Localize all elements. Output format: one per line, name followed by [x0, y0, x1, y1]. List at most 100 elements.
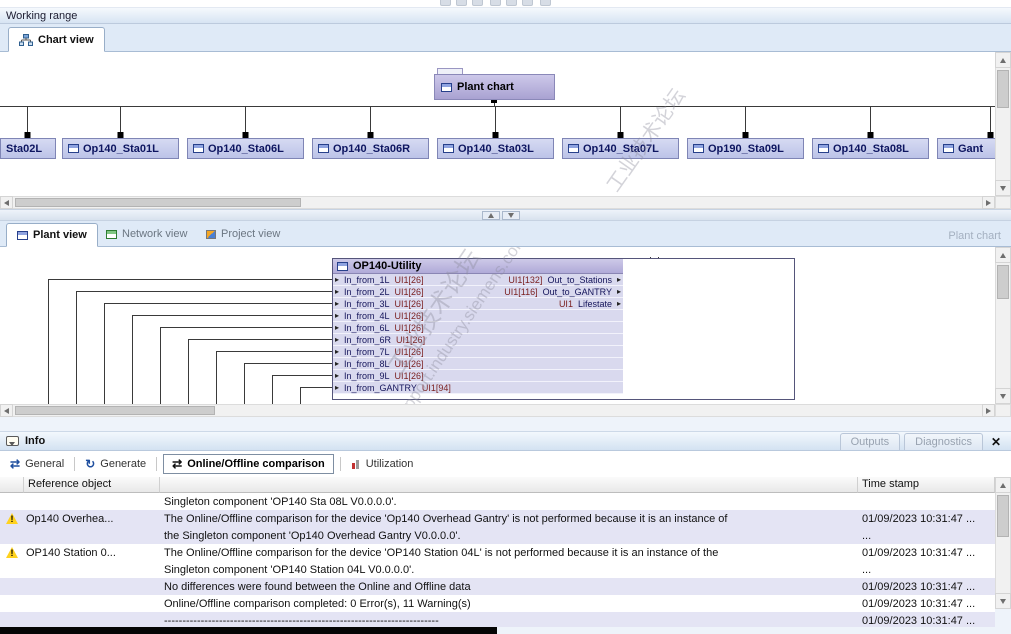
- scroll-down-button[interactable]: [995, 180, 1011, 196]
- plant-horizontal-scrollbar[interactable]: [0, 404, 995, 417]
- chart-tree-node[interactable]: Op190_Sta09L: [687, 138, 804, 159]
- scroll-right-button[interactable]: [982, 404, 995, 417]
- log-row[interactable]: No differences were found between the On…: [0, 578, 995, 595]
- tab-online-offline-comparison[interactable]: ⇄ Online/Offline comparison: [163, 454, 334, 474]
- tab-network-view[interactable]: Network view: [98, 222, 195, 246]
- port-row[interactable]: ▸ In_from_9L UI1[26]: [333, 370, 623, 382]
- port-row[interactable]: ▸ In_from_6L UI1[26]: [333, 322, 623, 334]
- column-header-icon[interactable]: [0, 477, 24, 493]
- input-port-arrow-icon: ▸: [335, 358, 340, 368]
- function-block-boundary[interactable]: OP140-Utility ▸ In_from_1L UI1[26] UI1[132]…: [332, 258, 795, 400]
- splitter-collapse-down-button[interactable]: [502, 211, 520, 220]
- port-row[interactable]: ▸ In_from_7L UI1[26]: [333, 346, 623, 358]
- log-row[interactable]: Singleton component 'OP140 Station 04L V…: [0, 561, 995, 578]
- splitter-collapse-up-button[interactable]: [482, 211, 500, 220]
- input-port: ▸ In_from_7L UI1[26]: [335, 346, 424, 358]
- scroll-left-button[interactable]: [0, 404, 13, 417]
- working-range-title: Working range: [6, 9, 78, 22]
- scroll-thumb[interactable]: [997, 265, 1009, 299]
- working-range-titlebar: Working range: [0, 8, 1011, 24]
- chart-tree-node-label: Op140_Sta06L: [208, 142, 284, 155]
- close-icon[interactable]: ✕: [989, 435, 1003, 449]
- generate-icon: ↻: [85, 457, 96, 471]
- diagnostics-tab[interactable]: Diagnostics: [904, 433, 983, 450]
- tab-general[interactable]: ⇄ General: [6, 455, 68, 473]
- input-port-arrow-icon: ▸: [335, 274, 340, 284]
- chart-vertical-scrollbar[interactable]: [995, 52, 1011, 196]
- column-header-message[interactable]: [160, 477, 858, 493]
- chart-node-icon: [443, 144, 454, 153]
- tab-plant-view[interactable]: Plant view: [6, 223, 98, 247]
- chart-tree-node[interactable]: Sta02L: [0, 138, 56, 159]
- scroll-thumb[interactable]: [997, 495, 1009, 537]
- plant-diagram-canvas[interactable]: OP140-Utility ▸ In_from_1L UI1[26] UI1[132]…: [0, 247, 995, 404]
- scroll-thumb[interactable]: [997, 70, 1009, 108]
- scroll-down-button[interactable]: [995, 388, 1011, 404]
- log-message: The Online/Offline comparison for the de…: [164, 512, 728, 525]
- port-row[interactable]: ▸ In_from_6R UI1[26]: [333, 334, 623, 346]
- scroll-up-button[interactable]: [995, 477, 1011, 493]
- port-table: ▸ In_from_1L UI1[26] UI1[132] Out_to_Station…: [333, 274, 623, 394]
- port-name: In_from_GANTRY: [344, 382, 417, 393]
- scroll-right-button[interactable]: [982, 196, 995, 209]
- column-header-reference-object[interactable]: Reference object: [24, 477, 160, 493]
- log-time: ...: [862, 563, 872, 576]
- column-header-time-stamp[interactable]: Time stamp: [858, 477, 995, 493]
- log-row[interactable]: the Singleton component 'Op140 Overhead …: [0, 527, 995, 544]
- input-port-arrow-icon: ▸: [335, 298, 340, 308]
- port-name: In_from_7L: [344, 346, 390, 357]
- input-port: ▸ In_from_6R UI1[26]: [335, 334, 425, 346]
- info-corner-tabs: Outputs Diagnostics: [839, 433, 983, 450]
- outputs-tab[interactable]: Outputs: [839, 433, 901, 450]
- chart-horizontal-scrollbar[interactable]: [0, 196, 995, 209]
- port-datatype: UI1[26]: [394, 274, 424, 285]
- function-block-header[interactable]: OP140-Utility: [333, 259, 623, 274]
- pane-splitter[interactable]: [0, 209, 1011, 221]
- tree-root-node[interactable]: Plant chart: [434, 74, 555, 100]
- plant-chart-context-label: Plant chart: [948, 230, 1001, 242]
- port-row[interactable]: ▸ In_from_3L UI1[26] UI1 Lifestate ▸: [333, 298, 623, 310]
- chart-node-icon: [943, 144, 954, 153]
- log-row[interactable]: Singleton component 'OP140 Sta 08L V0.0.…: [0, 493, 995, 510]
- chart-tree-node[interactable]: Op140_Sta08L: [812, 138, 929, 159]
- log-table-body[interactable]: Singleton component 'OP140 Sta 08L V0.0.…: [0, 493, 995, 627]
- log-row[interactable]: Op140 Overhea... The Online/Offline compa…: [0, 510, 995, 527]
- log-row[interactable]: ----------------------------------------…: [0, 612, 995, 627]
- scroll-thumb[interactable]: [15, 198, 301, 207]
- tab-utilization[interactable]: Utilization: [347, 456, 418, 472]
- log-reference: Op140 Overhea...: [26, 512, 114, 525]
- chart-tree-node[interactable]: Op140_Sta03L: [437, 138, 554, 159]
- toolbar-button-fragment: [472, 0, 483, 6]
- port-row[interactable]: ▸ In_from_4L UI1[26]: [333, 310, 623, 322]
- port-name: In_from_2L: [344, 286, 390, 297]
- chart-tree-node[interactable]: Op140_Sta06L: [187, 138, 304, 159]
- tab-project-view[interactable]: Project view: [198, 222, 288, 246]
- toolbar-separator: [339, 457, 341, 471]
- chart-tree-node[interactable]: Gant: [937, 138, 995, 159]
- info-vertical-scrollbar[interactable]: [995, 477, 1011, 609]
- log-message: Singleton component 'OP140 Sta 08L V0.0.…: [164, 495, 397, 508]
- scroll-left-button[interactable]: [0, 196, 13, 209]
- log-row[interactable]: OP140 Station 0... The Online/Offline com…: [0, 544, 995, 561]
- scroll-down-button[interactable]: [995, 593, 1011, 609]
- scroll-up-button[interactable]: [995, 247, 1011, 263]
- port-name: In_from_8L: [344, 358, 390, 369]
- port-row[interactable]: ▸ In_from_2L UI1[26] UI1[116] Out_to_GANTRY ▸: [333, 286, 623, 298]
- port-row[interactable]: ▸ In_from_GANTRY UI1[94]: [333, 382, 623, 394]
- port-datatype: UI1[26]: [396, 334, 426, 345]
- scroll-thumb[interactable]: [15, 406, 215, 415]
- port-row[interactable]: ▸ In_from_8L UI1[26]: [333, 358, 623, 370]
- tab-generate[interactable]: ↻ Generate: [81, 455, 150, 473]
- chart-tree-canvas[interactable]: Plant chart Sta02L Op140_Sta01L Op140_Sta0…: [0, 52, 995, 196]
- tab-chart-view[interactable]: Chart view: [8, 27, 105, 52]
- port-name: In_from_4L: [344, 310, 390, 321]
- chart-tree-node[interactable]: Op140_Sta07L: [562, 138, 679, 159]
- chart-tree-node[interactable]: Op140_Sta06R: [312, 138, 429, 159]
- scroll-up-button[interactable]: [995, 52, 1011, 68]
- plant-vertical-scrollbar[interactable]: [995, 247, 1011, 404]
- chart-tree-node[interactable]: Op140_Sta01L: [62, 138, 179, 159]
- log-row[interactable]: Online/Offline comparison completed: 0 E…: [0, 595, 995, 612]
- port-datatype: UI1[26]: [394, 298, 424, 309]
- port-row[interactable]: ▸ In_from_1L UI1[26] UI1[132] Out_to_Station…: [333, 274, 623, 286]
- toolbar-button-fragment: [540, 0, 551, 6]
